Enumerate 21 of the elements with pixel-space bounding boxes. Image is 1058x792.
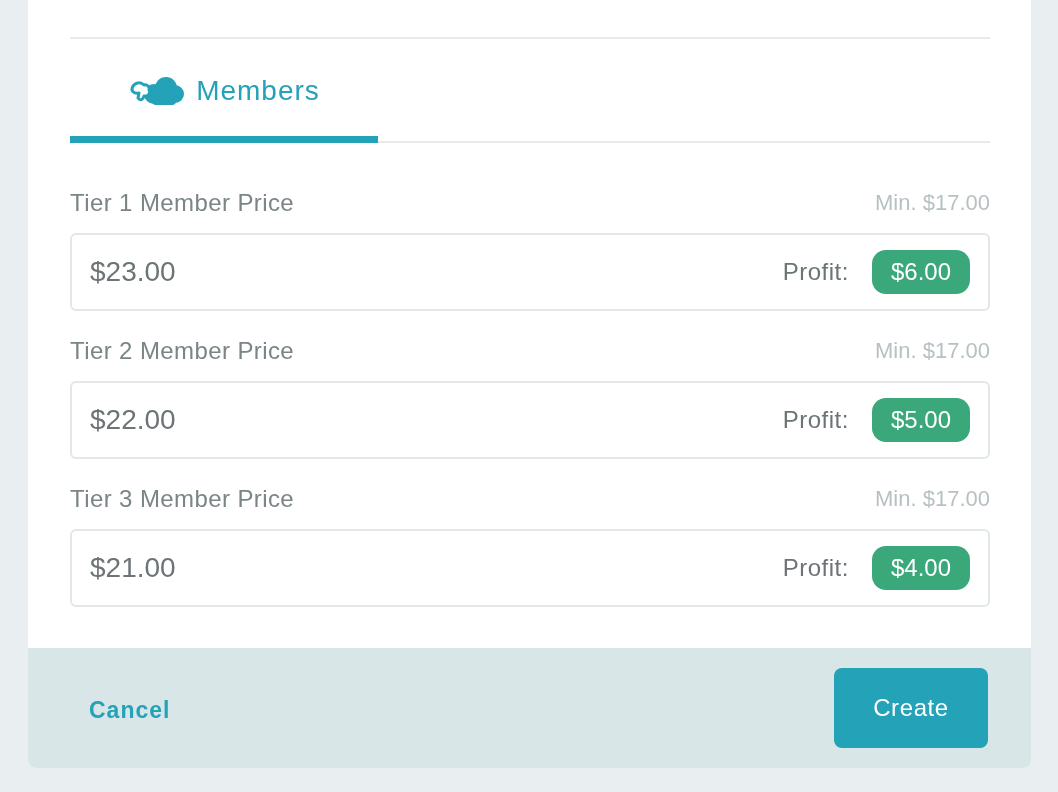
profit-badge: $4.00: [871, 546, 970, 590]
price-field[interactable]: $21.00 Profit: $4.00: [70, 529, 990, 607]
minimum-price: Min. $17.00: [875, 486, 990, 512]
price-field[interactable]: $22.00 Profit: $5.00: [70, 381, 990, 459]
tab[interactable]: Members: [70, 39, 378, 143]
field-label: Tier 2 Member Price: [70, 337, 295, 365]
minimum-price: Min. $17.00: [875, 338, 990, 364]
price-input[interactable]: $23.00: [90, 256, 783, 288]
field-label: Tier 3 Member Price: [70, 485, 295, 513]
field-label: Tier 1 Member Price: [70, 189, 295, 217]
minimum-price: Min. $17.00: [875, 190, 990, 216]
profit-label: Profit:: [782, 554, 849, 582]
price-input[interactable]: $22.00: [90, 404, 783, 436]
profit-badge: $6.00: [871, 250, 970, 294]
price-input[interactable]: $21.00: [90, 552, 783, 584]
create-button[interactable]: Create: [834, 668, 988, 748]
cloud-icon: [128, 75, 185, 106]
profit-badge: $5.00: [871, 398, 970, 442]
profit-label: Profit:: [782, 258, 849, 286]
profit-label: Profit:: [782, 406, 849, 434]
price-field[interactable]: $23.00 Profit: $6.00: [70, 233, 990, 311]
